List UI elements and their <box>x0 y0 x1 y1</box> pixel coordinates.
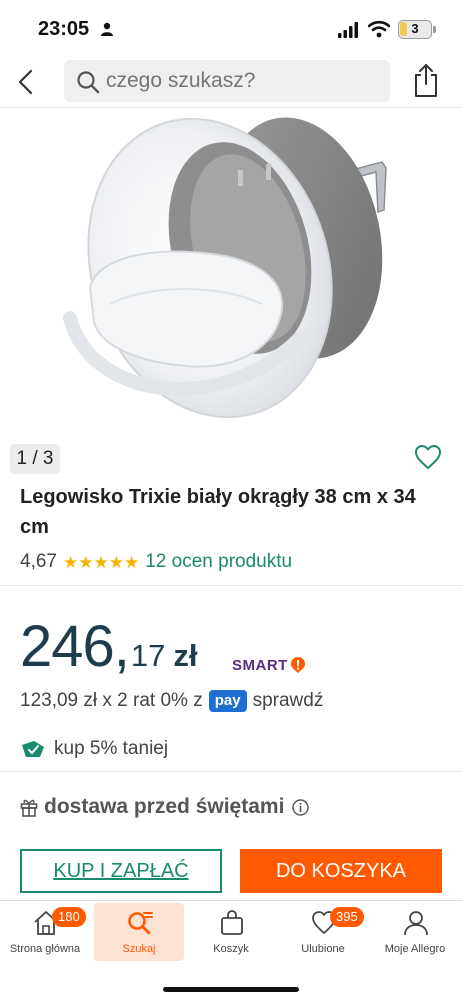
nav-search[interactable]: Szukaj <box>94 903 184 961</box>
signal-icon <box>338 22 358 38</box>
rating-row: 4,67 ★ ★ ★ ★ ★ 12 ocen produktu <box>20 548 292 576</box>
divider <box>0 585 462 586</box>
star-icon: ★ <box>62 552 79 572</box>
wifi-icon <box>368 20 390 38</box>
smart-badge[interactable]: SMART <box>232 654 306 676</box>
pay-badge: pay <box>208 690 247 712</box>
nav-search-label: Szukaj <box>122 943 156 955</box>
nav-my-allegro-label: Moje Allegro <box>384 943 446 955</box>
back-arrow-icon[interactable] <box>14 68 38 96</box>
search-icon <box>77 71 100 94</box>
cat-bed-illustration <box>63 117 387 419</box>
shopping-bag-icon <box>221 910 243 935</box>
top-header <box>0 56 462 108</box>
buy-now-button[interactable]: KUP I ZAPŁAĆ <box>20 849 222 893</box>
product-image[interactable] <box>0 108 462 438</box>
star-icon: ★ <box>108 552 124 572</box>
installments-row[interactable]: 123,09 zł x 2 rat 0% z pay sprawdź <box>20 688 323 714</box>
nav-home-badge: 180 <box>52 907 86 927</box>
search-input[interactable] <box>106 69 376 93</box>
gift-icon <box>20 799 38 817</box>
nav-home-label: Strona główna <box>9 943 81 955</box>
person-icon <box>101 22 113 36</box>
price: 246, 17 zł <box>20 618 198 682</box>
ratings-link[interactable]: 12 ocen produktu <box>145 551 292 573</box>
nav-favorites-label: Ulubione <box>301 943 345 955</box>
status-bar: 23:05 3 <box>0 0 462 56</box>
installments-text: 123,09 zł x 2 rat 0% z <box>20 690 203 711</box>
nav-cart-label: Koszyk <box>213 943 249 955</box>
user-icon <box>404 911 428 936</box>
delivery-text: dostawa przed świętami <box>44 795 285 818</box>
discount-tag-icon <box>22 741 44 757</box>
gallery-counter: 1 / 3 <box>10 444 60 474</box>
nav-cart[interactable]: Koszyk <box>186 903 276 961</box>
nav-my-allegro[interactable]: Moje Allegro <box>370 903 460 961</box>
heart-icon[interactable] <box>414 444 442 470</box>
star-icon: ★ <box>78 552 94 572</box>
search-icon <box>128 912 153 935</box>
discount-text: kup 5% taniej <box>54 738 169 759</box>
bottom-nav: 180 Strona główna Szukaj Koszyk 395 Ulub… <box>0 900 462 999</box>
battery-level: 3 <box>411 21 419 36</box>
search-bar[interactable] <box>64 60 390 102</box>
nav-favorites[interactable]: 395 Ulubione <box>278 903 368 961</box>
nav-home[interactable]: 180 Strona główna <box>0 903 90 961</box>
status-time: 23:05 <box>38 18 90 40</box>
discount-row[interactable]: kup 5% taniej <box>20 736 168 762</box>
add-to-cart-button[interactable]: DO KOSZYKA <box>240 849 442 893</box>
smart-exclamation-icon <box>290 657 305 673</box>
smart-label: SMART <box>232 656 288 674</box>
product-title: Legowisko Trixie biały okrągły 38 cm x 3… <box>20 486 416 538</box>
share-icon[interactable] <box>412 62 440 98</box>
star-icon: ★ <box>93 552 109 572</box>
info-icon[interactable] <box>292 798 310 816</box>
rating-value: 4,67 <box>20 551 57 572</box>
delivery-row[interactable]: dostawa przed świętami <box>20 792 310 822</box>
check-link[interactable]: sprawdź <box>253 690 324 712</box>
divider <box>0 771 462 772</box>
battery-cap <box>433 26 436 33</box>
nav-favorites-badge: 395 <box>330 907 364 927</box>
price-cents: 17 <box>130 638 166 673</box>
home-indicator <box>163 987 299 992</box>
star-rating: ★ ★ ★ ★ ★ <box>63 554 139 571</box>
battery-icon: 3 <box>398 20 432 39</box>
price-currency: zł <box>173 638 198 673</box>
price-main: 246, <box>20 614 130 679</box>
star-icon: ★ <box>123 552 140 572</box>
